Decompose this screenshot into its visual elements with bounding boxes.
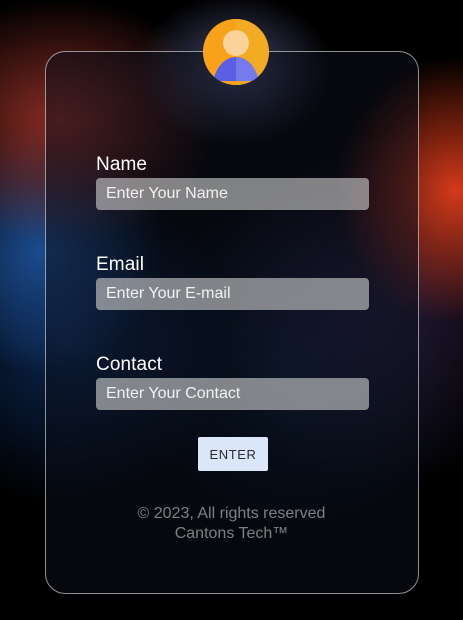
footer-company: Cantons Tech™ bbox=[174, 525, 289, 542]
name-label: Name bbox=[96, 154, 148, 175]
footer-copyright: © 2023, All rights reserved bbox=[137, 505, 326, 522]
email-input[interactable] bbox=[96, 278, 369, 310]
enter-button[interactable]: ENTER bbox=[198, 437, 268, 471]
contact-input[interactable] bbox=[96, 378, 369, 410]
contact-label: Contact bbox=[96, 354, 163, 375]
user-avatar-icon bbox=[203, 19, 269, 85]
avatar bbox=[203, 19, 269, 85]
email-label: Email bbox=[96, 254, 145, 275]
name-input[interactable] bbox=[96, 178, 369, 210]
